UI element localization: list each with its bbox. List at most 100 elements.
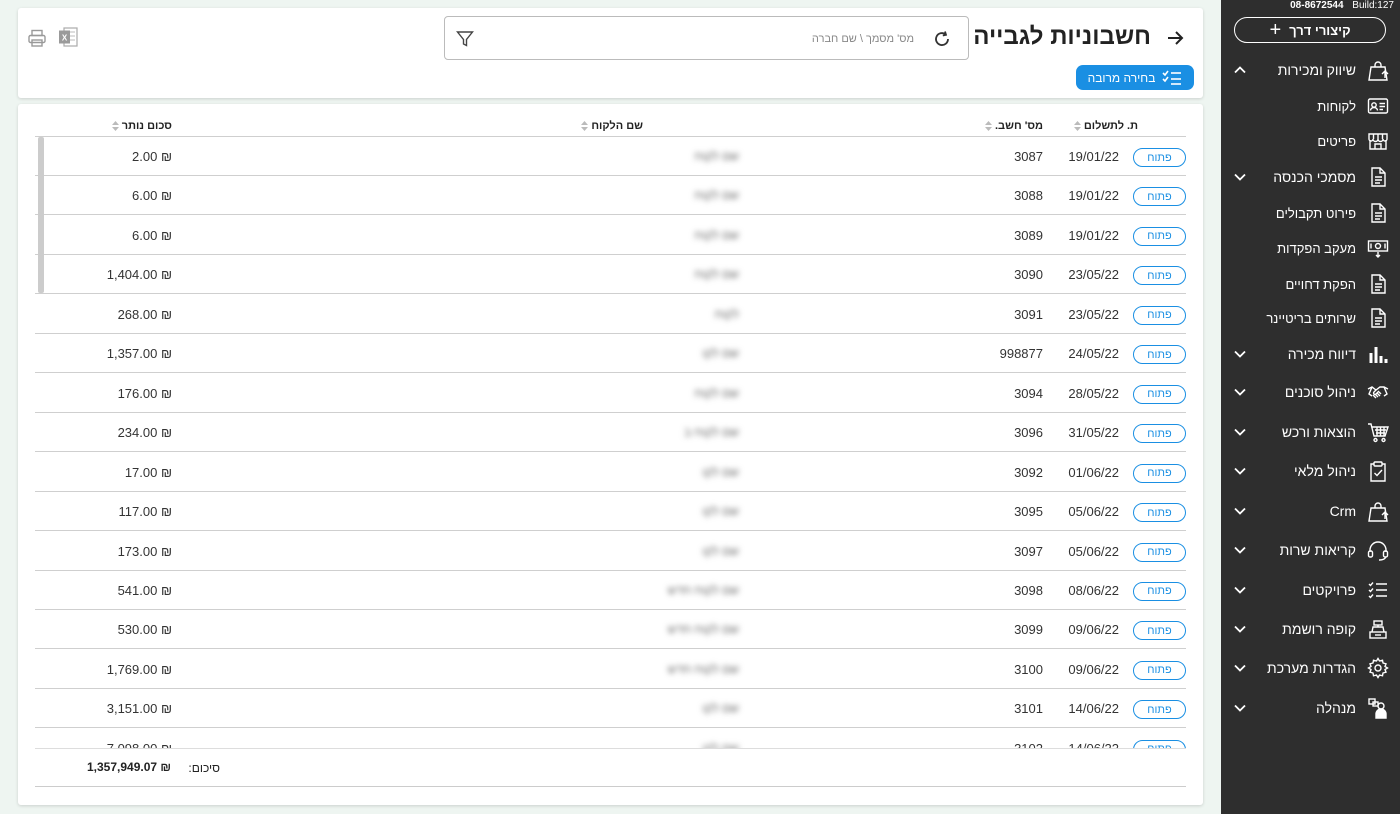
customer-name: שם לקוח חדש	[667, 622, 739, 637]
column-header-due-date[interactable]: ת. לתשלום	[1073, 120, 1138, 132]
status-badge: פתוח	[1133, 187, 1186, 207]
customer-cell: שם לקוח	[486, 184, 739, 209]
column-header-invoice-number[interactable]: מס' חשב.	[985, 120, 1043, 132]
due-date-cell: 01/06/22	[1068, 464, 1119, 480]
customer-name: שם לקוח חדש	[667, 582, 739, 597]
sidebar-item[interactable]: דיווח מכירה	[1221, 337, 1400, 371]
table-row[interactable]: פתוח 09/06/22 3099 שם לקוח חדש 530.00 ₪	[35, 610, 1186, 650]
chevron-down-icon[interactable]	[1233, 385, 1247, 399]
customer-cell: שם לקו	[486, 342, 739, 367]
table-row[interactable]: פתוח 14/06/22 3101 שם לקו 3,151.00 ₪	[35, 689, 1186, 729]
customer-cell: שם לקוח חדש	[486, 578, 739, 603]
column-header-customer-name[interactable]: שם הלקוח	[581, 120, 643, 132]
column-label: ת. לתשלום	[1083, 120, 1138, 132]
sidebar-item[interactable]: קריאות שרות	[1221, 533, 1400, 567]
chevron-down-icon[interactable]	[1233, 347, 1247, 361]
due-date-cell: 24/05/22	[1068, 346, 1119, 362]
chevron-down-icon[interactable]	[1233, 583, 1247, 597]
sidebar-item-label: מעקב הפקדות	[1277, 240, 1356, 256]
customer-cell: שם לקו	[486, 697, 739, 722]
table-row[interactable]: פתוח 05/06/22 3097 שם לקו 173.00 ₪	[35, 532, 1186, 571]
status-badge: פתוח	[1133, 621, 1186, 641]
search-box	[444, 16, 969, 60]
due-date-cell: 28/05/22	[1068, 385, 1119, 401]
handshake-icon	[1366, 380, 1390, 404]
multi-select-button[interactable]: בחירה מרובה	[1076, 65, 1194, 90]
sidebar-item[interactable]: פרויקטים	[1221, 573, 1400, 607]
column-header-balance[interactable]: סכום נותר	[111, 120, 172, 132]
table-row[interactable]: פתוח 24/05/22 998877 שם לקו 1,357.00 ₪	[35, 334, 1186, 374]
sidebar-item-label: פריטים	[1317, 133, 1356, 149]
table-row[interactable]: פתוח 19/01/22 3088 שם לקוח 6.00 ₪	[35, 176, 1186, 216]
sidebar-item[interactable]: שיווק ומכירות	[1221, 53, 1400, 87]
table-row[interactable]: פתוח 08/06/22 3098 שם לקוח חדש 541.00 ₪	[35, 571, 1186, 610]
balance-cell: 3,151.00 ₪	[106, 701, 172, 717]
customer-cell: שם לקוח	[486, 145, 739, 169]
sidebar-item[interactable]: הפקת דחויים	[1221, 267, 1400, 301]
sidebar-item[interactable]: פריטים	[1221, 124, 1400, 158]
chevron-down-icon[interactable]	[1233, 701, 1247, 715]
invoice-number-cell: 3098	[1014, 582, 1043, 598]
sidebar-item[interactable]: שרותים בריטיינר	[1221, 301, 1400, 335]
chevron-down-icon[interactable]	[1233, 661, 1247, 675]
sort-icon	[985, 121, 992, 131]
balance-cell: 6.00 ₪	[132, 188, 172, 204]
table-row[interactable]: פתוח 19/01/22 3087 שם לקוח 2.00 ₪	[35, 137, 1186, 176]
phone-number: 08-8672544	[1290, 0, 1344, 11]
sidebar-item[interactable]: ניהול מלאי	[1221, 454, 1400, 488]
sidebar-item[interactable]: ניהול סוכנים	[1221, 375, 1400, 409]
chevron-down-icon[interactable]	[1233, 464, 1247, 478]
due-date-cell: 08/06/22	[1068, 582, 1119, 598]
excel-export-icon[interactable]: X	[57, 26, 79, 48]
sidebar-item[interactable]: מסמכי הכנסה	[1221, 160, 1400, 194]
sidebar-item[interactable]: קופה רושמת	[1221, 612, 1400, 646]
table-row[interactable]: פתוח 09/06/22 3100 שם לקוח חדש 1,769.00 ₪	[35, 650, 1186, 689]
customer-name: שם לקו	[702, 346, 739, 361]
table-scrollbar[interactable]	[38, 137, 44, 293]
shopping-bag-icon	[1366, 58, 1390, 82]
invoice-number-cell: 3099	[1014, 622, 1043, 638]
status-badge: פתוח	[1133, 463, 1186, 483]
customer-cell: שם לקוח	[486, 223, 739, 248]
chevron-down-icon[interactable]	[1233, 622, 1247, 636]
sidebar-item[interactable]: הגדרות מערכת	[1221, 651, 1400, 685]
table-row[interactable]: פתוח 23/05/22 3091 לקוח 268.00 ₪	[35, 295, 1186, 334]
due-date-cell: 19/01/22	[1068, 188, 1119, 204]
balance-cell: 176.00 ₪	[117, 385, 172, 401]
sidebar-item[interactable]: לקוחות	[1221, 89, 1400, 123]
table-row[interactable]: פתוח 05/06/22 3095 שם לקו 117.00 ₪	[35, 492, 1186, 532]
chevron-up-icon[interactable]	[1233, 63, 1247, 77]
sidebar-item-label: ניהול מלאי	[1294, 463, 1356, 479]
filter-icon[interactable]	[455, 29, 475, 49]
invoice-number-cell: 3091	[1014, 306, 1043, 322]
sidebar-item[interactable]: פירוט תקבולים	[1221, 196, 1400, 230]
chevron-down-icon[interactable]	[1233, 504, 1247, 518]
chevron-down-icon[interactable]	[1233, 425, 1247, 439]
back-arrow-icon[interactable]	[1165, 28, 1185, 48]
table-row[interactable]: פתוח 19/01/22 3089 שם לקוח 6.00 ₪	[35, 216, 1186, 255]
chevron-down-icon[interactable]	[1233, 543, 1247, 557]
refresh-icon[interactable]	[932, 29, 952, 49]
invoice-number-cell: 3102	[1014, 741, 1043, 748]
bottom-divider	[35, 786, 1186, 787]
table-row[interactable]: פתוח 28/05/22 3094 שם לקוח 176.00 ₪	[35, 374, 1186, 413]
sidebar-item[interactable]: Crm	[1221, 494, 1400, 528]
sidebar-item-label: שיווק ומכירות	[1277, 62, 1356, 78]
customer-cell: שם לקו	[486, 500, 739, 525]
shortcuts-button[interactable]: קיצורי דרך +	[1234, 17, 1386, 43]
table-row[interactable]: פתוח 14/06/22 3102 שם לקו 7,098.00 ₪	[35, 729, 1186, 748]
cash-icon	[1366, 236, 1390, 260]
customer-name: שם לקוח ב	[683, 425, 739, 440]
store-icon	[1366, 129, 1390, 153]
sidebar-item[interactable]: מעקב הפקדות	[1221, 231, 1400, 265]
table-row[interactable]: פתוח 01/06/22 3092 שם לקו 17.00 ₪	[35, 453, 1186, 492]
sidebar-item[interactable]: מנהלה	[1221, 691, 1400, 725]
table-row[interactable]: פתוח 23/05/22 3090 שם לקוח 1,404.00 ₪	[35, 255, 1186, 295]
balance-cell: 530.00 ₪	[117, 622, 172, 638]
search-input[interactable]	[534, 29, 914, 49]
print-icon[interactable]	[27, 28, 47, 48]
sidebar-item[interactable]: הוצאות ורכש	[1221, 415, 1400, 449]
table-row[interactable]: פתוח 31/05/22 3096 שם לקוח ב 234.00 ₪	[35, 413, 1186, 453]
chevron-down-icon[interactable]	[1233, 170, 1247, 184]
sidebar-item-label: מנהלה	[1316, 700, 1356, 716]
